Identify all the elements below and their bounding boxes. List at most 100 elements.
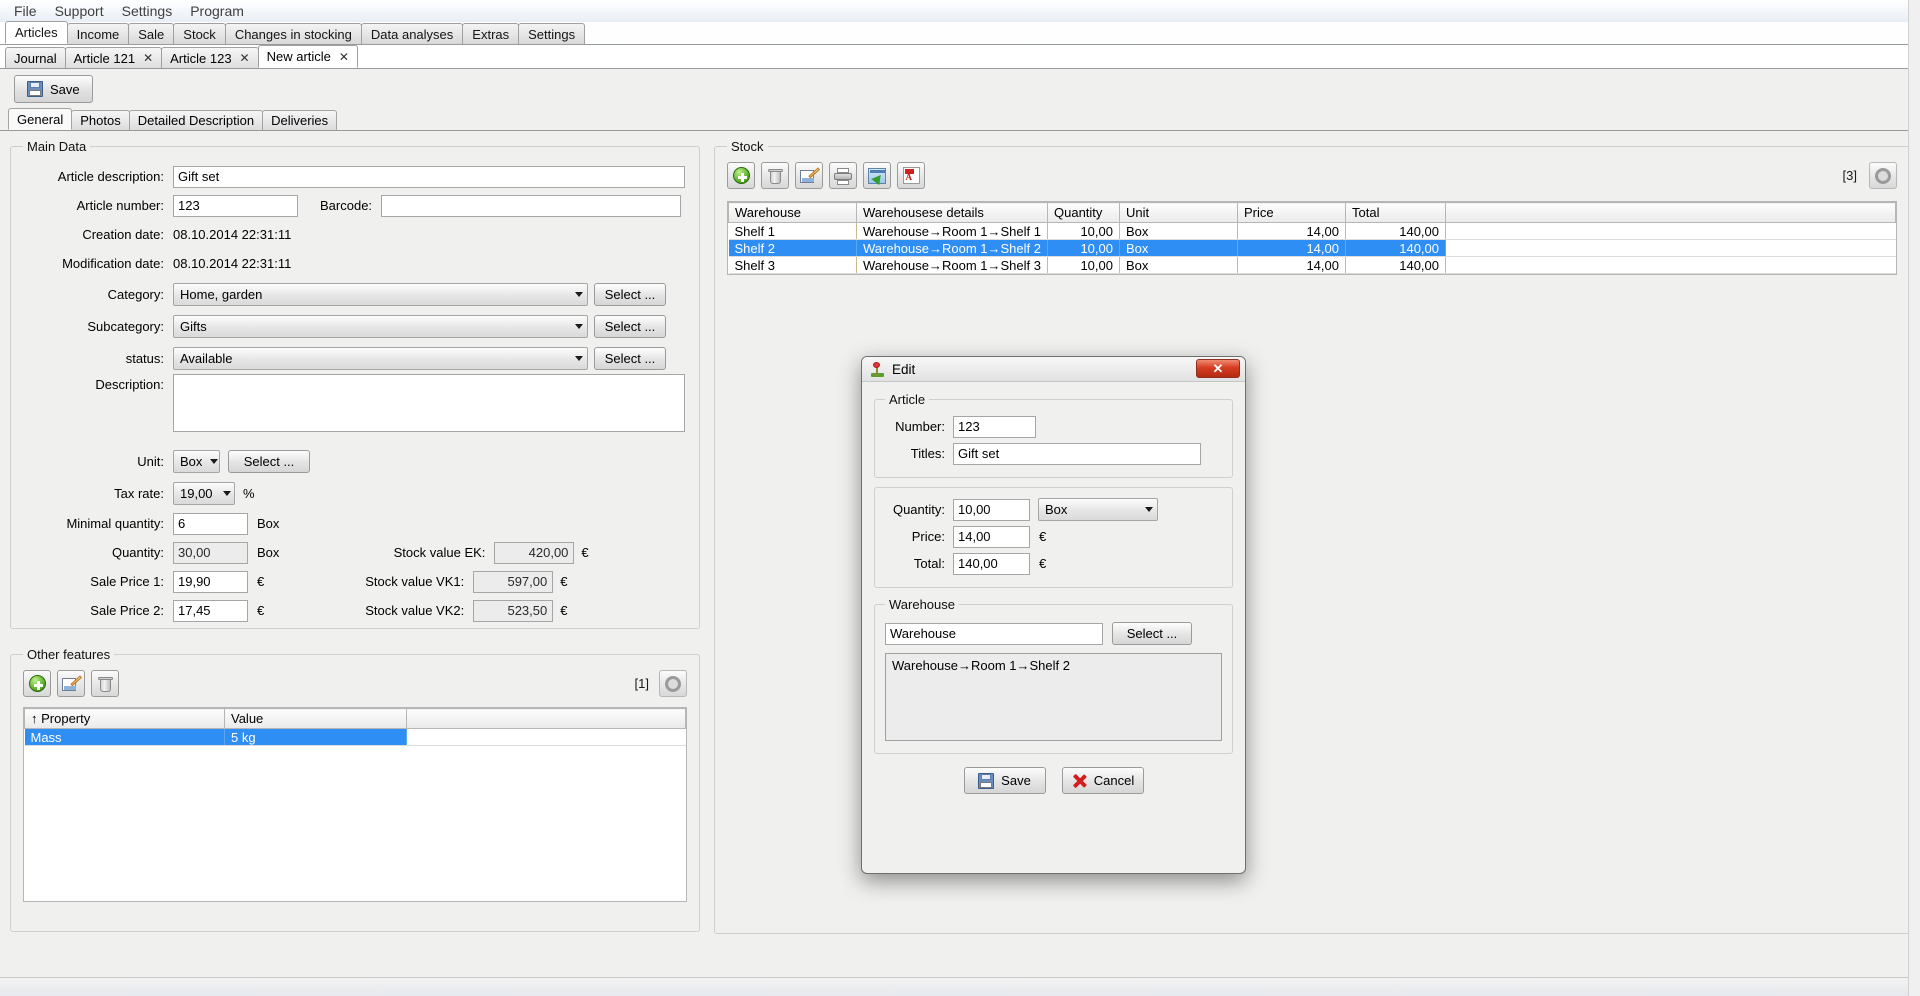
- chevron-down-icon: [1145, 507, 1153, 512]
- tab-extras[interactable]: Extras: [462, 23, 520, 44]
- menu-item-support[interactable]: Support: [47, 1, 112, 21]
- stock-add-button[interactable]: [727, 162, 755, 189]
- tab-income[interactable]: Income: [66, 23, 130, 44]
- table-row[interactable]: Shelf 3 Warehouse→Room 1→Shelf 3 10,00 B…: [728, 256, 1896, 274]
- save-button-label: Save: [50, 81, 80, 97]
- other-features-settings-button[interactable]: [659, 670, 687, 697]
- col-value[interactable]: Value: [224, 708, 407, 729]
- col-price[interactable]: Price: [1237, 202, 1346, 223]
- col-unit[interactable]: Unit: [1119, 202, 1238, 223]
- menu-item-file[interactable]: File: [6, 1, 45, 21]
- itab-photos[interactable]: Photos: [71, 110, 130, 130]
- gear-icon: [665, 675, 681, 692]
- dialog-total-input[interactable]: [953, 552, 1030, 575]
- cell-warehouse: Shelf 3: [728, 256, 857, 274]
- itab-detailed-description[interactable]: Detailed Description: [128, 110, 264, 130]
- sale-price-2-input[interactable]: [173, 599, 248, 622]
- tab-articles[interactable]: Articles: [5, 21, 68, 44]
- cell-price: 14,00: [1237, 239, 1346, 257]
- dialog-warehouse-select-button[interactable]: Select ...: [1112, 622, 1192, 645]
- sale-price-2-currency: €: [257, 603, 265, 618]
- stock-settings-button[interactable]: [1869, 162, 1897, 189]
- article-description-input[interactable]: [173, 165, 685, 188]
- cell-details: Warehouse→Room 1→Shelf 1: [856, 222, 1048, 240]
- dialog-warehouse-path-list[interactable]: Warehouse→Room 1→Shelf 2: [885, 653, 1222, 741]
- delete-feature-button[interactable]: [91, 670, 119, 697]
- add-feature-button[interactable]: [23, 670, 51, 697]
- article-number-label: Article number:: [76, 198, 164, 213]
- cell-total: 140,00: [1345, 239, 1446, 257]
- table-row[interactable]: Mass 5 kg: [24, 728, 686, 746]
- tab-stock[interactable]: Stock: [173, 23, 226, 44]
- close-icon[interactable]: ✕: [143, 51, 153, 65]
- dialog-save-button[interactable]: Save: [963, 767, 1046, 794]
- unit-combobox[interactable]: Box: [173, 449, 220, 473]
- row-tax-rate: Tax rate: 19,00 %: [23, 478, 687, 509]
- save-button[interactable]: Save: [14, 75, 93, 103]
- dialog-buttons: Save Cancel: [874, 763, 1233, 806]
- stock-pdf-button[interactable]: A: [897, 162, 925, 189]
- tax-rate-combobox[interactable]: 19,00: [173, 482, 235, 505]
- col-quantity[interactable]: Quantity: [1047, 202, 1120, 223]
- dialog-title: Edit: [892, 361, 916, 377]
- status-select-button[interactable]: Select ...: [594, 346, 666, 370]
- article-tab-bar: General Photos Detailed Description Deli…: [0, 108, 1920, 131]
- col-property[interactable]: ↑ Property: [24, 708, 225, 729]
- article-number-input[interactable]: [173, 194, 298, 217]
- vertical-scrollbar[interactable]: [1908, 0, 1920, 996]
- doctab-article-123[interactable]: Article 123 ✕: [161, 47, 259, 68]
- sale-price-1-input[interactable]: [173, 570, 248, 593]
- stock-export-button[interactable]: [863, 162, 891, 189]
- col-warehouse[interactable]: Warehouse: [728, 202, 857, 223]
- doctab-journal-label: Journal: [14, 50, 57, 66]
- table-row[interactable]: Shelf 1 Warehouse→Room 1→Shelf 1 10,00 B…: [728, 222, 1896, 240]
- unit-select-button[interactable]: Select ...: [228, 449, 310, 473]
- tab-sale[interactable]: Sale: [128, 23, 175, 44]
- chevron-down-icon: [575, 355, 583, 361]
- itab-general[interactable]: General: [8, 108, 73, 130]
- doctab-new-article[interactable]: New article ✕: [257, 45, 358, 68]
- barcode-input[interactable]: [381, 194, 682, 217]
- dialog-number-input[interactable]: [953, 415, 1036, 438]
- category-select-button[interactable]: Select ...: [594, 282, 666, 306]
- col-warehouse-details[interactable]: Warehousese details: [856, 202, 1048, 223]
- stock-edit-button[interactable]: [795, 162, 823, 189]
- quantity-unit: Box: [257, 545, 280, 560]
- close-icon[interactable]: ✕: [339, 50, 349, 64]
- menu-item-settings[interactable]: Settings: [114, 1, 181, 21]
- doctab-article-121[interactable]: Article 121 ✕: [64, 47, 163, 68]
- menu-item-program[interactable]: Program: [182, 1, 252, 21]
- itab-deliveries[interactable]: Deliveries: [262, 110, 338, 130]
- dialog-unit-combobox[interactable]: Box: [1038, 498, 1158, 521]
- close-icon[interactable]: ✕: [240, 51, 250, 65]
- dialog-titles-input[interactable]: [953, 442, 1201, 465]
- status-combobox[interactable]: Available: [173, 346, 588, 370]
- description-textarea[interactable]: [173, 374, 685, 432]
- stock-value-vk1-currency: €: [560, 574, 568, 589]
- dialog-title-bar[interactable]: Edit ✕: [862, 357, 1245, 382]
- category-combobox[interactable]: Home, garden: [173, 282, 588, 306]
- subcategory-combobox[interactable]: Gifts: [173, 314, 588, 338]
- tab-settings[interactable]: Settings: [518, 23, 586, 44]
- subcategory-value: Gifts: [180, 318, 207, 334]
- dialog-price-input[interactable]: [953, 525, 1030, 548]
- dialog-cancel-button[interactable]: Cancel: [1061, 767, 1144, 794]
- stock-print-button[interactable]: [829, 162, 857, 189]
- tab-data-analyses[interactable]: Data analyses: [360, 23, 464, 44]
- doctab-journal[interactable]: Journal: [5, 47, 66, 68]
- creation-date-value: 08.10.2014 22:31:11: [173, 227, 292, 242]
- stock-toolbar: A: [727, 162, 925, 189]
- description-label: Description:: [95, 377, 164, 392]
- stock-delete-button[interactable]: [761, 162, 789, 189]
- edit-feature-button[interactable]: [57, 670, 85, 697]
- dialog-close-button[interactable]: ✕: [1196, 359, 1240, 378]
- dialog-cancel-label: Cancel: [1093, 773, 1135, 788]
- dialog-quantity-input[interactable]: [953, 498, 1030, 521]
- list-item[interactable]: Warehouse→Room 1→Shelf 2: [892, 658, 1215, 673]
- subcategory-select-button[interactable]: Select ...: [594, 314, 666, 338]
- table-row[interactable]: Shelf 2 Warehouse→Room 1→Shelf 2 10,00 B…: [728, 239, 1896, 257]
- dialog-warehouse-input[interactable]: [885, 622, 1103, 645]
- tab-changes-in-stocking[interactable]: Changes in stocking: [224, 23, 362, 44]
- minimal-quantity-input[interactable]: [173, 512, 248, 535]
- col-total[interactable]: Total: [1345, 202, 1446, 223]
